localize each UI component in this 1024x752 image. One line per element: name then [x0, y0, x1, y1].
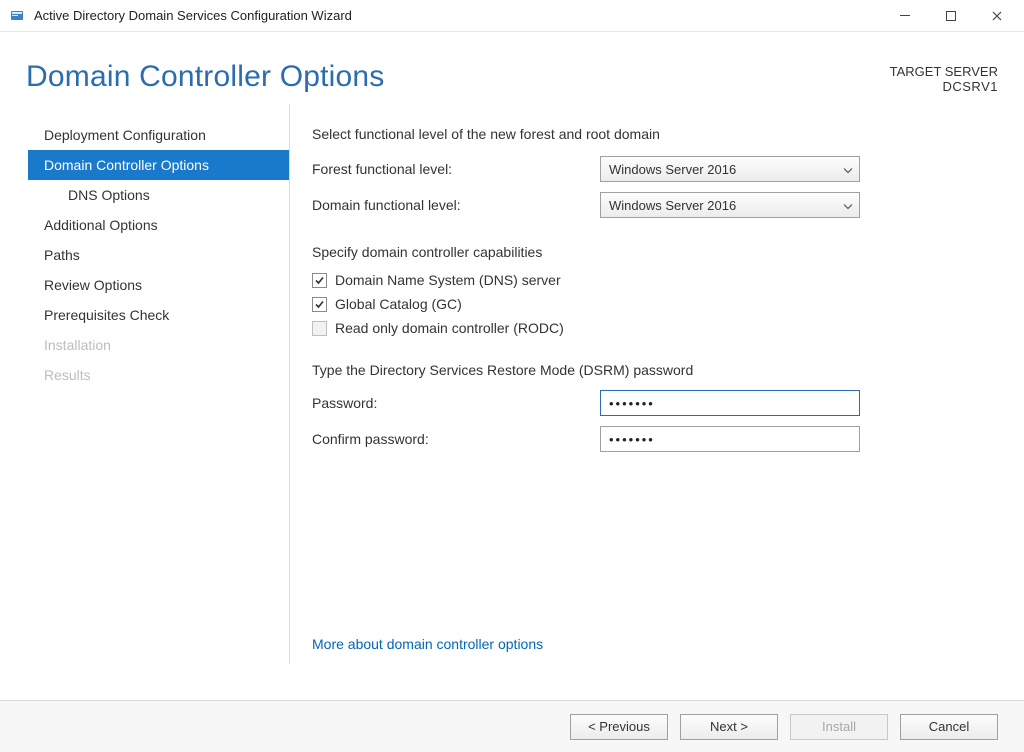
gc-checkbox-label: Global Catalog (GC): [335, 296, 462, 312]
password-input[interactable]: [600, 390, 860, 416]
confirm-password-input[interactable]: [600, 426, 860, 452]
confirm-password-row: Confirm password:: [312, 426, 998, 452]
password-row: Password:: [312, 390, 998, 416]
target-server-name: DCSRV1: [890, 79, 998, 94]
domain-level-row: Domain functional level: Windows Server …: [312, 192, 998, 218]
sidebar-item-paths[interactable]: Paths: [28, 240, 289, 270]
chevron-down-icon: [843, 162, 853, 177]
previous-button[interactable]: < Previous: [570, 714, 668, 740]
domain-level-value: Windows Server 2016: [609, 198, 736, 213]
wizard-footer: < Previous Next > Install Cancel: [0, 700, 1024, 752]
dns-checkbox[interactable]: [312, 273, 327, 288]
dns-checkbox-row[interactable]: Domain Name System (DNS) server: [312, 272, 998, 288]
domain-level-label: Domain functional level:: [312, 197, 600, 213]
dsrm-section-label: Type the Directory Services Restore Mode…: [312, 362, 998, 378]
chevron-down-icon: [843, 198, 853, 213]
wizard-sidebar: Deployment Configuration Domain Controll…: [28, 104, 290, 664]
minimize-button[interactable]: [882, 1, 928, 31]
install-button: Install: [790, 714, 888, 740]
forest-level-combo[interactable]: Windows Server 2016: [600, 156, 860, 182]
rodc-checkbox-label: Read only domain controller (RODC): [335, 320, 564, 336]
gc-checkbox-row[interactable]: Global Catalog (GC): [312, 296, 998, 312]
cancel-button[interactable]: Cancel: [900, 714, 998, 740]
forest-level-label: Forest functional level:: [312, 161, 600, 177]
sidebar-item-dns-options[interactable]: DNS Options: [28, 180, 289, 210]
window-controls: [882, 1, 1020, 31]
gc-checkbox[interactable]: [312, 297, 327, 312]
capabilities-section-label: Specify domain controller capabilities: [312, 244, 998, 260]
sidebar-item-domain-controller-options[interactable]: Domain Controller Options: [28, 150, 289, 180]
target-server-label: TARGET SERVER: [890, 64, 998, 79]
sidebar-item-prerequisites-check[interactable]: Prerequisites Check: [28, 300, 289, 330]
forest-level-row: Forest functional level: Windows Server …: [312, 156, 998, 182]
confirm-password-label: Confirm password:: [312, 431, 600, 447]
close-button[interactable]: [974, 1, 1020, 31]
rodc-checkbox-row: Read only domain controller (RODC): [312, 320, 998, 336]
functional-level-section-label: Select functional level of the new fores…: [312, 126, 998, 142]
content-panel: Select functional level of the new fores…: [290, 104, 1024, 664]
maximize-button[interactable]: [928, 1, 974, 31]
sidebar-item-deployment-configuration[interactable]: Deployment Configuration: [28, 120, 289, 150]
next-button[interactable]: Next >: [680, 714, 778, 740]
page-title: Domain Controller Options: [26, 60, 384, 94]
more-about-link[interactable]: More about domain controller options: [312, 636, 543, 652]
sidebar-item-installation: Installation: [28, 330, 289, 360]
titlebar: Active Directory Domain Services Configu…: [0, 0, 1024, 32]
sidebar-item-review-options[interactable]: Review Options: [28, 270, 289, 300]
dns-checkbox-label: Domain Name System (DNS) server: [335, 272, 561, 288]
main-area: Deployment Configuration Domain Controll…: [0, 104, 1024, 664]
rodc-checkbox: [312, 321, 327, 336]
header: Domain Controller Options TARGET SERVER …: [0, 32, 1024, 104]
window-title: Active Directory Domain Services Configu…: [34, 8, 882, 23]
domain-level-combo[interactable]: Windows Server 2016: [600, 192, 860, 218]
sidebar-item-additional-options[interactable]: Additional Options: [28, 210, 289, 240]
sidebar-item-results: Results: [28, 360, 289, 390]
forest-level-value: Windows Server 2016: [609, 162, 736, 177]
app-icon: [8, 7, 26, 25]
target-server-box: TARGET SERVER DCSRV1: [890, 60, 998, 94]
password-label: Password:: [312, 395, 600, 411]
